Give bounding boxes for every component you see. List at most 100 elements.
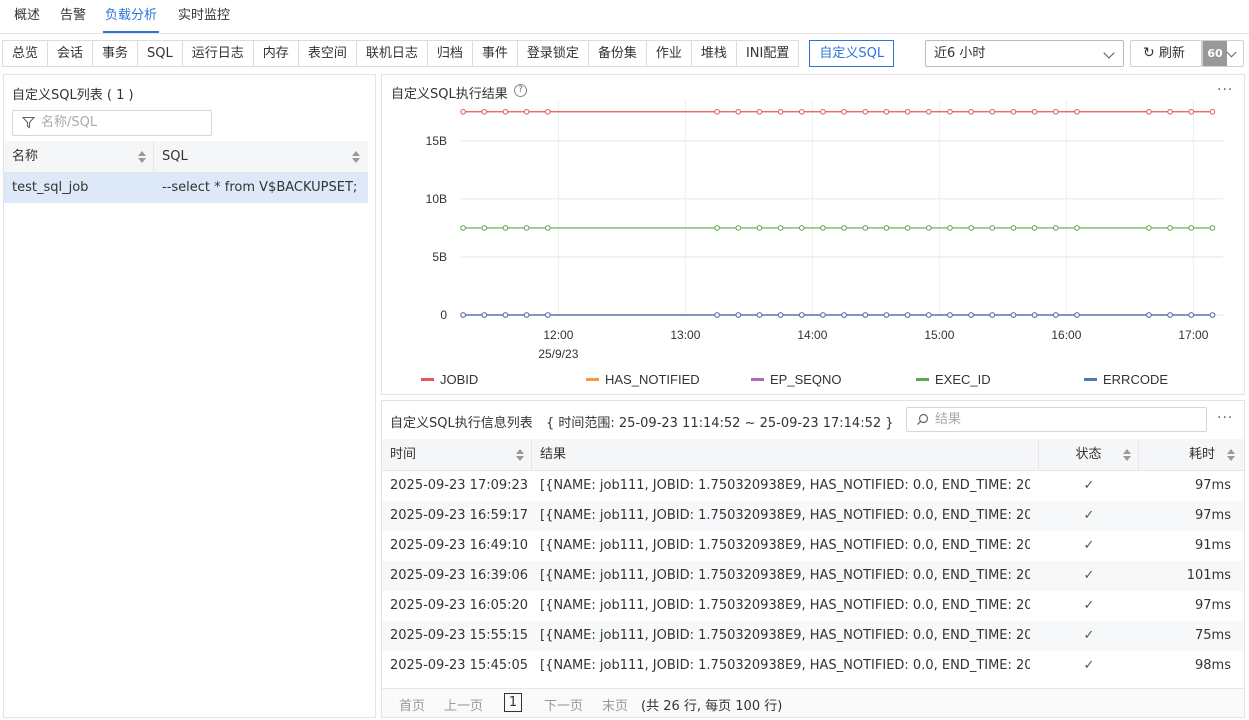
data-point	[841, 108, 847, 115]
sort-asc-icon	[352, 151, 360, 156]
column-label: 名称	[12, 149, 39, 164]
subtab-8[interactable]: 归档	[426, 40, 473, 67]
time-range-select[interactable]: 近6 小时	[925, 40, 1124, 67]
current-page[interactable]: 1	[504, 693, 522, 712]
data-point	[1031, 108, 1038, 115]
column-header-result[interactable]: 结果	[532, 439, 1039, 471]
subtab-12[interactable]: 作业	[645, 40, 692, 67]
data-point	[735, 108, 742, 115]
subtab-5[interactable]: 内存	[252, 40, 299, 67]
y-tick-label: 15B	[426, 134, 447, 148]
data-point	[1188, 108, 1195, 115]
data-point	[1146, 225, 1152, 231]
data-point	[1074, 312, 1080, 318]
subtab-10[interactable]: 登录锁定	[516, 40, 589, 67]
data-point	[460, 225, 466, 231]
cell-cost: 97ms	[1195, 598, 1231, 613]
refresh-button[interactable]: ↻ 刷新	[1130, 40, 1202, 67]
legend-label: EXEC_ID	[935, 372, 991, 387]
data-point	[1209, 225, 1216, 231]
last-page-button[interactable]: 末页	[602, 695, 628, 714]
data-point	[820, 108, 826, 115]
x-tick-sublabel: 25/9/23	[538, 347, 578, 361]
first-page-button[interactable]: 首页	[399, 695, 425, 714]
column-header-name[interactable]: 名称	[4, 141, 154, 173]
data-point	[798, 108, 805, 115]
refresh-interval-select[interactable]: 60	[1202, 40, 1244, 67]
sql-filter-input[interactable]: 名称/SQL	[12, 110, 212, 136]
table-row[interactable]: 2025-09-23 16:59:17 [{NAME: job111, JOBID…	[382, 501, 1244, 531]
sort-desc-icon	[138, 158, 146, 163]
next-page-button[interactable]: 下一页	[544, 695, 583, 714]
sort-asc-icon	[138, 151, 146, 156]
column-header-status[interactable]: 状态	[1039, 439, 1139, 471]
data-point	[1031, 225, 1038, 231]
sort-asc-icon	[516, 449, 524, 454]
tab-overview[interactable]: 概述	[12, 0, 42, 33]
legend-swatch	[421, 378, 434, 381]
help-icon[interactable]: ?	[514, 84, 527, 97]
tab-realtime-monitor[interactable]: 实时监控	[176, 0, 232, 33]
result-search-input[interactable]: 结果	[906, 407, 1207, 432]
subtab-11[interactable]: 备份集	[587, 40, 647, 67]
table-row[interactable]: 2025-09-23 16:05:20 [{NAME: job111, JOBID…	[382, 591, 1244, 621]
data-point	[1074, 225, 1080, 231]
chart-more-menu[interactable]: ···	[1217, 82, 1233, 98]
data-point	[714, 225, 720, 231]
subtab-14[interactable]: INI配置	[735, 40, 800, 67]
sql-list-row[interactable]: test_sql_job --select * from V$BACKUPSET…	[4, 173, 368, 203]
table-row[interactable]: 2025-09-23 15:55:15 [{NAME: job111, JOBID…	[382, 621, 1244, 651]
data-point	[523, 108, 530, 115]
subtab-2[interactable]: 事务	[92, 40, 139, 67]
column-label: SQL	[162, 149, 188, 164]
exec-list-range: { 时间范围: 25-09-23 11:14:52 ~ 25-09-23 17:…	[546, 416, 894, 431]
list-more-menu[interactable]: ···	[1217, 410, 1233, 426]
table-row[interactable]: 2025-09-23 16:39:06 [{NAME: job111, JOBID…	[382, 561, 1244, 591]
data-point	[798, 225, 805, 231]
sql-list-header: 名称 SQL	[4, 141, 368, 173]
data-point	[1052, 312, 1059, 318]
exec-list-body: 2025-09-23 17:09:23 [{NAME: job111, JOBID…	[382, 471, 1244, 681]
subtab-0[interactable]: 总览	[2, 40, 49, 67]
y-tick-label: 5B	[432, 250, 447, 264]
chevron-down-icon	[1226, 47, 1237, 58]
cell-time: 2025-09-23 17:09:23	[390, 478, 529, 493]
tab-load-analysis[interactable]: 负载分析	[103, 0, 160, 33]
subtab-13[interactable]: 堆栈	[690, 40, 737, 67]
data-point	[925, 312, 932, 318]
subtab-4[interactable]: 运行日志	[181, 40, 254, 67]
subtab-3[interactable]: SQL	[137, 40, 183, 67]
table-row[interactable]: 2025-09-23 15:45:05 [{NAME: job111, JOBID…	[382, 651, 1244, 681]
data-point	[1167, 312, 1173, 318]
subtab-15[interactable]: 自定义SQL	[809, 40, 895, 67]
subtab-6[interactable]: 表空间	[297, 40, 357, 67]
data-point	[1167, 225, 1173, 231]
exec-list-title: 自定义SQL执行信息列表	[390, 416, 533, 431]
prev-page-button[interactable]: 上一页	[444, 695, 483, 714]
data-point	[1167, 108, 1173, 115]
subtab-9[interactable]: 事件	[471, 40, 518, 67]
column-header-cost[interactable]: 耗时	[1139, 439, 1244, 471]
search-icon	[917, 413, 929, 425]
data-point	[904, 312, 911, 318]
column-header-sql[interactable]: SQL	[154, 141, 368, 173]
cell-cost: 97ms	[1195, 478, 1231, 493]
cell-result: [{NAME: job111, JOBID: 1.750320938E9, HA…	[540, 598, 1030, 613]
table-row[interactable]: 2025-09-23 17:09:23 [{NAME: job111, JOBID…	[382, 471, 1244, 501]
x-tick-label: 15:00	[924, 328, 954, 342]
filter-placeholder: 名称/SQL	[41, 115, 98, 130]
table-row[interactable]: 2025-09-23 16:49:10 [{NAME: job111, JOBID…	[382, 531, 1244, 561]
data-point	[1209, 312, 1216, 318]
tab-alerts[interactable]: 告警	[58, 0, 88, 33]
subtab-1[interactable]: 会话	[47, 40, 94, 67]
column-label: 状态	[1075, 447, 1102, 462]
data-point	[756, 225, 763, 231]
legend-label: HAS_NOTIFIED	[605, 372, 700, 387]
column-header-time[interactable]: 时间	[382, 439, 532, 471]
data-point	[968, 312, 974, 318]
data-point	[1052, 108, 1059, 115]
data-point	[925, 225, 932, 231]
sub-tabs: 总览 会话 事务 SQL 运行日志 内存 表空间 联机日志 归档 事件 登录锁定 备份集 作业 堆栈 INI…	[2, 40, 895, 68]
subtab-7[interactable]: 联机日志	[355, 40, 428, 67]
search-placeholder: 结果	[935, 412, 962, 427]
